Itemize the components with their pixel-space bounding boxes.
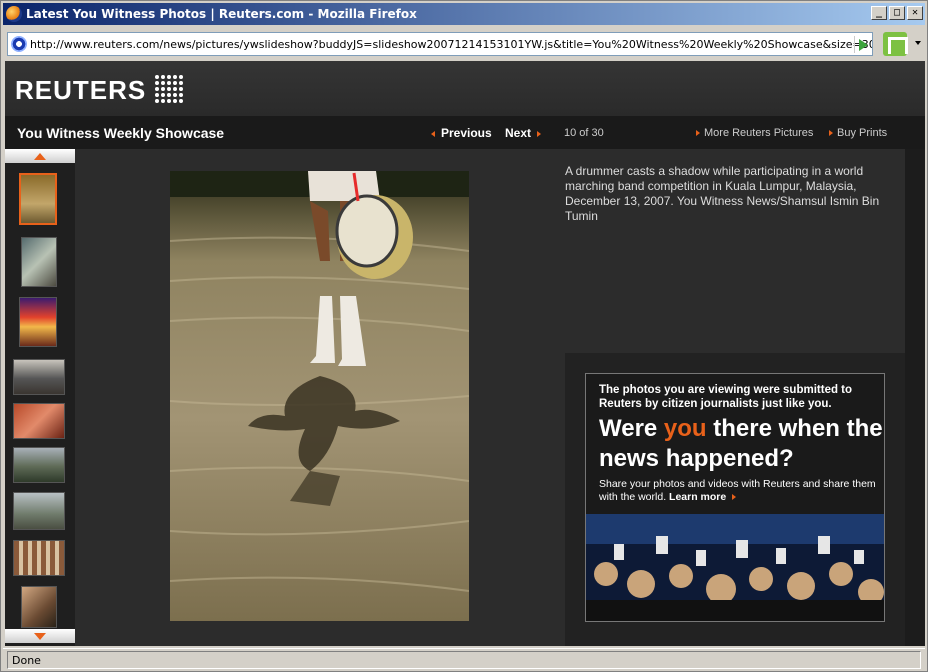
thumbnail[interactable] xyxy=(13,359,65,395)
thumbnail[interactable] xyxy=(13,540,65,576)
close-button[interactable]: ✕ xyxy=(907,6,923,20)
ad-panel: The photos you are viewing were submitte… xyxy=(565,353,905,646)
learn-more-link[interactable]: Learn more xyxy=(669,491,726,503)
go-button[interactable] xyxy=(854,36,872,53)
main-photo[interactable] xyxy=(170,171,469,621)
slideshow-bar: You Witness Weekly Showcase Previous Nex… xyxy=(5,116,925,149)
thumbnail[interactable] xyxy=(21,586,57,628)
window-controls: _ □ ✕ xyxy=(871,6,923,20)
more-reuters-pictures-link[interactable]: More Reuters Pictures xyxy=(696,127,813,139)
ad-intro-text: The photos you are viewing were submitte… xyxy=(599,384,853,410)
ad-crowd-image xyxy=(586,514,884,621)
firefox-icon xyxy=(6,6,22,22)
thumbnail-scroll-down-button[interactable] xyxy=(5,629,75,643)
extension-icon[interactable] xyxy=(883,32,908,56)
previous-button[interactable]: Previous xyxy=(431,126,492,140)
next-button[interactable]: Next xyxy=(505,126,542,140)
dropdown-arrow-icon[interactable] xyxy=(915,41,921,45)
thumbnail-scroll-up-button[interactable] xyxy=(5,149,75,163)
arrow-left-icon xyxy=(431,130,435,137)
page-content: REUTERS You Witness Weekly Showcase Prev… xyxy=(5,61,925,646)
arrow-right-icon xyxy=(732,494,737,501)
thumbnail[interactable] xyxy=(21,237,57,287)
window-title: Latest You Witness Photos | Reuters.com … xyxy=(26,7,417,21)
site-header: REUTERS xyxy=(5,61,925,116)
reuters-logo-dots-icon xyxy=(155,75,183,103)
thumbnail[interactable] xyxy=(19,297,57,347)
arrow-right-icon xyxy=(537,130,542,137)
buy-prints-link[interactable]: Buy Prints xyxy=(829,127,887,139)
thumbnail[interactable] xyxy=(13,447,65,483)
photo-caption: A drummer casts a shadow while participa… xyxy=(565,164,880,223)
ad-headline: Were you there when the news happened? xyxy=(599,415,883,472)
thumbnail[interactable] xyxy=(13,403,65,439)
arrow-right-icon xyxy=(696,130,700,137)
thumbnail-strip xyxy=(5,149,75,646)
thumbnail-active[interactable] xyxy=(19,173,57,225)
browser-window: Latest You Witness Photos | Reuters.com … xyxy=(0,0,928,672)
drummer-photo-image xyxy=(170,171,469,621)
slideshow-title: You Witness Weekly Showcase xyxy=(17,125,225,141)
navigation-toolbar: http://www.reuters.com/news/pictures/yws… xyxy=(3,27,925,61)
arrow-right-icon xyxy=(829,130,833,137)
site-favicon-icon xyxy=(11,36,27,52)
status-text: Done xyxy=(7,651,921,669)
ad-subtext: Share your photos and videos with Reuter… xyxy=(599,478,876,503)
address-bar[interactable]: http://www.reuters.com/news/pictures/yws… xyxy=(7,32,873,56)
reuters-logo[interactable]: REUTERS xyxy=(15,75,146,106)
minimize-button[interactable]: _ xyxy=(871,6,887,20)
you-witness-ad[interactable]: The photos you are viewing were submitte… xyxy=(585,373,885,622)
url-text: http://www.reuters.com/news/pictures/yws… xyxy=(30,37,873,51)
maximize-button[interactable]: □ xyxy=(889,6,905,20)
slideshow-main: A drummer casts a shadow while participa… xyxy=(75,149,905,646)
right-gutter xyxy=(905,149,925,646)
title-bar: Latest You Witness Photos | Reuters.com … xyxy=(3,3,925,25)
thumbnail[interactable] xyxy=(13,492,65,530)
slide-counter: 10 of 30 xyxy=(564,127,604,139)
status-bar: Done xyxy=(3,648,925,670)
